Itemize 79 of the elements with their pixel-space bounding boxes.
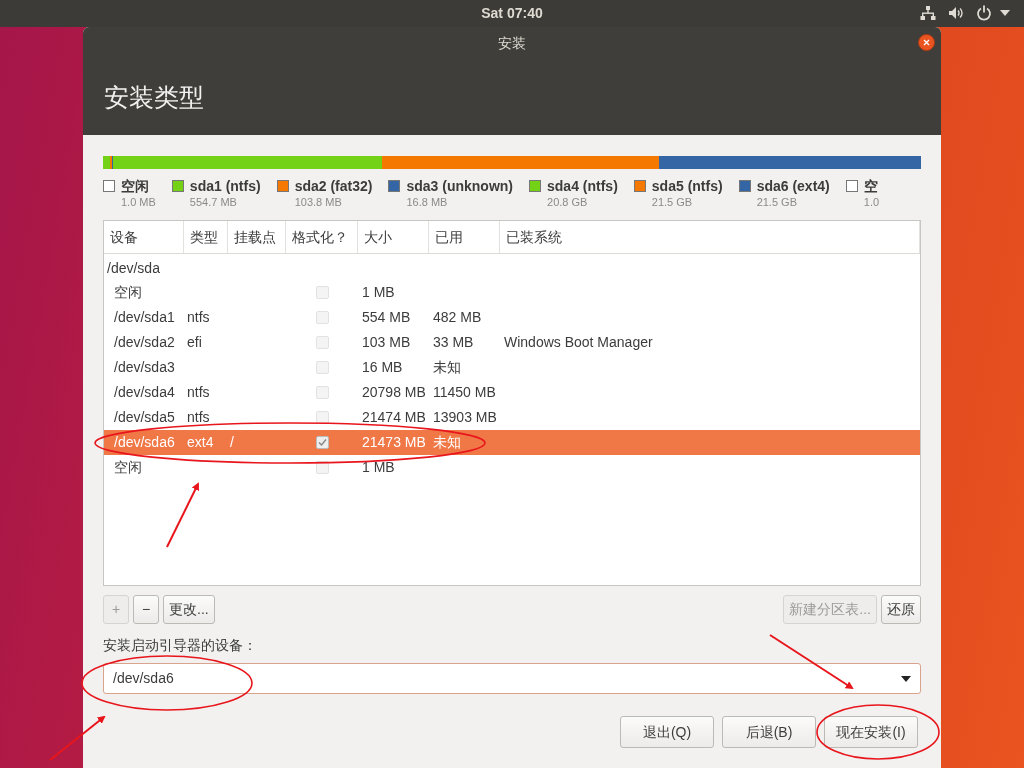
- column-header[interactable]: 类型: [184, 221, 228, 253]
- button[interactable]: −: [133, 595, 159, 624]
- table-cell: 未知: [433, 434, 461, 450]
- legend-label: sda1 (ntfs): [189, 178, 261, 195]
- table-cell: 空闲: [114, 459, 142, 475]
- close-button[interactable]: [918, 34, 935, 51]
- legend-label: sda3 (unknown): [406, 178, 514, 195]
- legend-size: 20.8 GB: [547, 195, 589, 209]
- legend-size: 21.5 GB: [756, 195, 798, 209]
- table-cell: Windows Boot Manager: [504, 334, 653, 350]
- button[interactable]: 还原: [881, 595, 921, 624]
- volume-icon[interactable]: [948, 5, 964, 21]
- column-header[interactable]: 设备: [104, 221, 184, 253]
- legend-size: 554.7 MB: [189, 195, 238, 209]
- table-cell: 21474 MB: [362, 409, 426, 425]
- bootloader-label: 安装启动引导器的设备：: [103, 636, 258, 655]
- annotation-arrow: [49, 715, 106, 761]
- table-cell: ntfs: [187, 409, 210, 425]
- window-title: 安装: [498, 33, 526, 53]
- table-cell: 11450 MB: [433, 384, 496, 400]
- legend-size: 1.0: [863, 195, 880, 209]
- table-cell: efi: [187, 334, 202, 350]
- table-cell: 1 MB: [362, 459, 395, 475]
- annotation-arrow: [166, 482, 199, 548]
- format-checkbox[interactable]: [315, 361, 329, 374]
- table-cell: 20798 MB: [362, 384, 426, 400]
- format-checkbox[interactable]: [315, 286, 329, 299]
- legend-label: sda2 (fat32): [294, 178, 373, 195]
- table-cell: 1 MB: [362, 284, 395, 300]
- clock[interactable]: Sat 07:40: [481, 3, 543, 24]
- legend-size: 21.5 GB: [651, 195, 694, 209]
- table-cell: /dev/sda1: [114, 309, 175, 325]
- table-cell: /dev/sda3: [114, 359, 175, 375]
- button[interactable]: 更改...: [163, 595, 215, 624]
- legend-size: 103.8 MB: [294, 195, 343, 209]
- table-cell: 482 MB: [433, 309, 482, 325]
- bootloader-dropdown[interactable]: /dev/sda6: [103, 663, 921, 694]
- table-cell: ntfs: [187, 384, 210, 400]
- table-cell: 13903 MB: [433, 409, 497, 425]
- legend-label: sda4 (ntfs): [547, 178, 618, 195]
- network-icon[interactable]: [920, 5, 936, 21]
- column-header[interactable]: 已用: [429, 221, 500, 253]
- table-cell: 103 MB: [362, 334, 411, 350]
- power-icon[interactable]: [976, 5, 992, 21]
- page-heading: 安装类型: [104, 82, 205, 113]
- table-cell: 21473 MB: [362, 434, 426, 450]
- table-cell: /dev/sda5: [114, 409, 175, 425]
- column-header[interactable]: 挂载点: [228, 221, 286, 253]
- table-cell: 空闲: [114, 284, 142, 300]
- table-cell: 554 MB: [362, 309, 411, 325]
- table-cell: /: [230, 434, 234, 450]
- column-header[interactable]: 大小: [358, 221, 429, 253]
- format-checkbox[interactable]: [315, 311, 329, 324]
- legend-label: 空: [863, 178, 879, 195]
- table-cell: ext4: [187, 434, 214, 450]
- legend-label: 空闲: [121, 178, 150, 195]
- column-header[interactable]: 已装系统: [500, 221, 920, 253]
- table-cell: ntfs: [187, 309, 210, 325]
- table-cell: 未知: [433, 359, 461, 375]
- legend-label: sda6 (ext4): [756, 178, 830, 195]
- button[interactable]: 现在安装(I): [824, 716, 918, 748]
- legend-size: 16.8 MB: [406, 195, 449, 209]
- table-cell: /dev/sda2: [114, 334, 175, 350]
- legend-label: sda5 (ntfs): [651, 178, 723, 195]
- caret-icon: [901, 675, 911, 682]
- caret-icon[interactable]: [1000, 10, 1010, 16]
- format-checkbox[interactable]: [315, 386, 329, 399]
- format-checkbox[interactable]: [315, 436, 329, 449]
- column-header[interactable]: 格式化？: [286, 221, 358, 253]
- table-cell: 16 MB: [362, 359, 403, 375]
- table-cell: /dev/sda6: [114, 434, 175, 450]
- table-cell-text: /dev/sda: [107, 258, 160, 278]
- close-icon: [923, 39, 930, 46]
- table-cell: 33 MB: [433, 334, 474, 350]
- table-cell: /dev/sda4: [114, 384, 175, 400]
- button[interactable]: 后退(B): [722, 716, 816, 748]
- legend-size: 1.0 MB: [121, 195, 156, 209]
- button[interactable]: 退出(Q): [620, 716, 714, 748]
- format-checkbox[interactable]: [315, 336, 329, 349]
